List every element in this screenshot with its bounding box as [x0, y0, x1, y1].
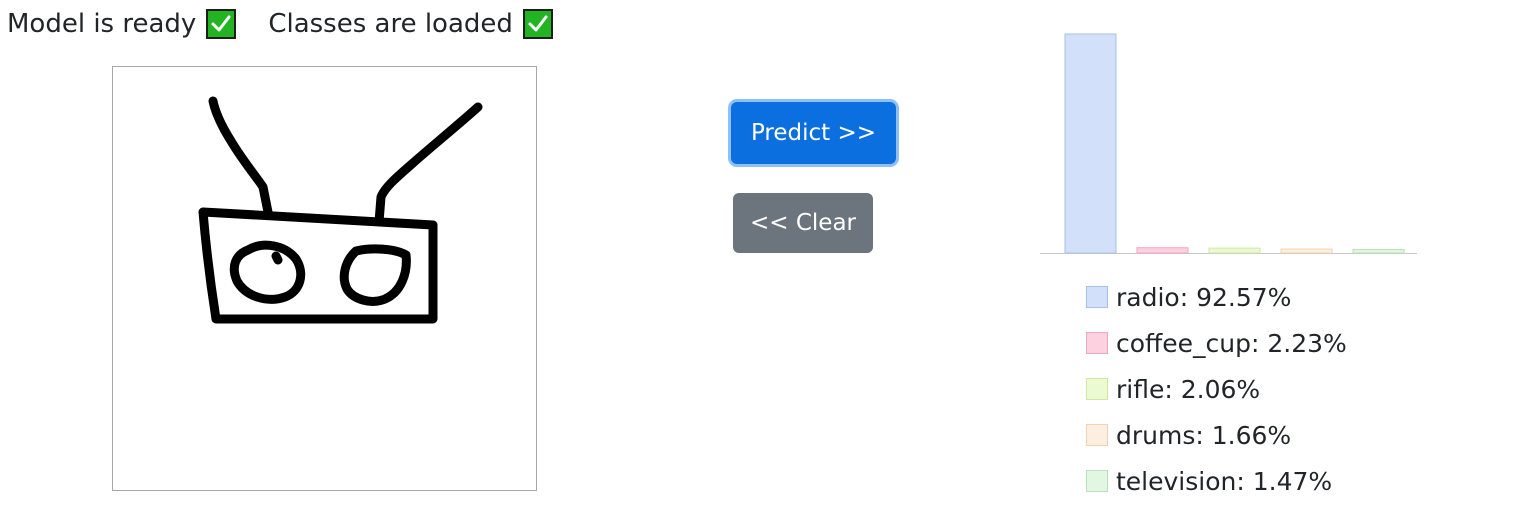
model-ready-check-icon: [206, 9, 237, 39]
model-status-label: Model is ready: [7, 9, 197, 39]
legend-item-coffee-cup: coffee_cup: 2.23%: [1086, 320, 1347, 366]
clear-button[interactable]: << Clear: [733, 193, 873, 253]
predict-button[interactable]: Predict >>: [731, 102, 896, 164]
legend-swatch-television: [1086, 470, 1108, 492]
legend-label-television: television: 1.47%: [1116, 466, 1333, 496]
legend-swatch-drums: [1086, 424, 1108, 446]
classes-status: Classes are loaded: [268, 6, 553, 42]
sketch-drawing: [198, 96, 483, 324]
legend-item-radio: radio: 92.57%: [1086, 274, 1347, 320]
bar-radio: [1064, 33, 1117, 254]
bar-drums: [1280, 248, 1333, 254]
legend-item-television: television: 1.47%: [1086, 458, 1347, 504]
bar-coffee-cup: [1136, 247, 1189, 254]
app-page: Model is ready Classes are loaded Predic…: [0, 0, 1533, 509]
classes-loaded-check-icon: [522, 9, 553, 39]
classes-status-label: Classes are loaded: [268, 9, 513, 39]
bar-rifle: [1208, 247, 1261, 254]
bar-chart-svg: [1040, 33, 1417, 254]
legend-item-rifle: rifle: 2.06%: [1086, 366, 1347, 412]
legend-label-coffee-cup: coffee_cup: 2.23%: [1116, 328, 1347, 358]
legend-label-rifle: rifle: 2.06%: [1116, 374, 1261, 404]
legend-label-drums: drums: 1.66%: [1116, 420, 1292, 450]
status-row: Model is ready Classes are loaded: [7, 6, 553, 42]
drawing-canvas[interactable]: [112, 66, 537, 491]
legend-item-drums: drums: 1.66%: [1086, 412, 1347, 458]
chart-legend: radio: 92.57% coffee_cup: 2.23% rifle: 2…: [1086, 274, 1347, 504]
model-status: Model is ready: [7, 6, 237, 42]
prediction-chart: [1040, 26, 1420, 258]
bar-television: [1352, 249, 1405, 254]
legend-swatch-rifle: [1086, 378, 1108, 400]
legend-swatch-radio: [1086, 286, 1108, 308]
legend-swatch-coffee-cup: [1086, 332, 1108, 354]
legend-label-radio: radio: 92.57%: [1116, 282, 1292, 312]
